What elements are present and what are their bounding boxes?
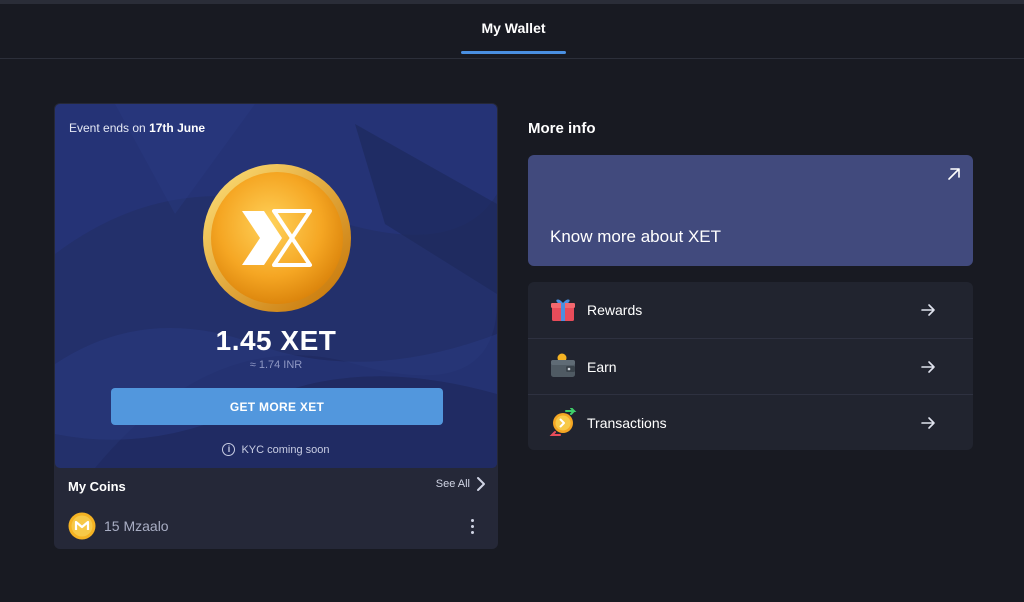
arrow-right-icon xyxy=(921,304,935,316)
event-date: 17th June xyxy=(149,121,206,135)
list-item-transactions[interactable]: Transactions xyxy=(528,395,973,450)
xet-coin-icon xyxy=(203,164,351,312)
coin-name: 15 Mzaalo xyxy=(104,518,169,534)
rewards-label: Rewards xyxy=(587,302,643,318)
wallet-icon xyxy=(551,353,575,377)
event-ends-text: Event ends on 17th June xyxy=(69,121,206,135)
transactions-icon xyxy=(549,408,577,436)
transactions-label: Transactions xyxy=(587,415,667,431)
inr-equivalent: ≈ 1.74 INR xyxy=(249,359,303,371)
mzaalo-coin-icon xyxy=(68,512,96,540)
gift-icon xyxy=(551,299,575,321)
know-more-card[interactable]: Know more about XET xyxy=(528,155,973,266)
more-options-icon[interactable] xyxy=(464,514,480,538)
kyc-text: KYC coming soon xyxy=(241,443,330,456)
know-more-text: Know more about XET xyxy=(550,227,722,246)
tab-my-wallet[interactable]: My Wallet xyxy=(461,0,566,55)
my-coins-title: My Coins xyxy=(68,479,126,494)
more-info-title: More info xyxy=(528,120,596,137)
xet-balance: 1.45 XET xyxy=(215,325,337,356)
info-icon: i xyxy=(222,443,236,456)
list-item-rewards[interactable]: Rewards xyxy=(528,282,973,338)
external-link-icon xyxy=(948,168,960,180)
wallet-hero: Event ends on 17th June 1.45 XET ≈ 1.74 … xyxy=(55,104,497,468)
list-item-earn[interactable]: Earn xyxy=(528,339,973,395)
kyc-notice: i KYC coming soon xyxy=(55,443,497,456)
earn-label: Earn xyxy=(587,359,617,375)
see-all-label: See All xyxy=(435,478,470,490)
chevron-right-icon xyxy=(477,477,485,491)
more-info-list: Rewards Earn Transactions xyxy=(528,282,973,450)
wallet-card: Event ends on 17th June 1.45 XET ≈ 1.74 … xyxy=(54,103,498,549)
arrow-right-icon xyxy=(921,361,935,373)
coin-list-item[interactable]: 15 Mzaalo xyxy=(68,511,484,541)
see-all-link[interactable]: See All xyxy=(436,476,486,492)
get-more-xet-button[interactable]: GET MORE XET xyxy=(111,388,443,425)
arrow-right-icon xyxy=(921,417,935,429)
active-tab-indicator xyxy=(461,51,566,54)
